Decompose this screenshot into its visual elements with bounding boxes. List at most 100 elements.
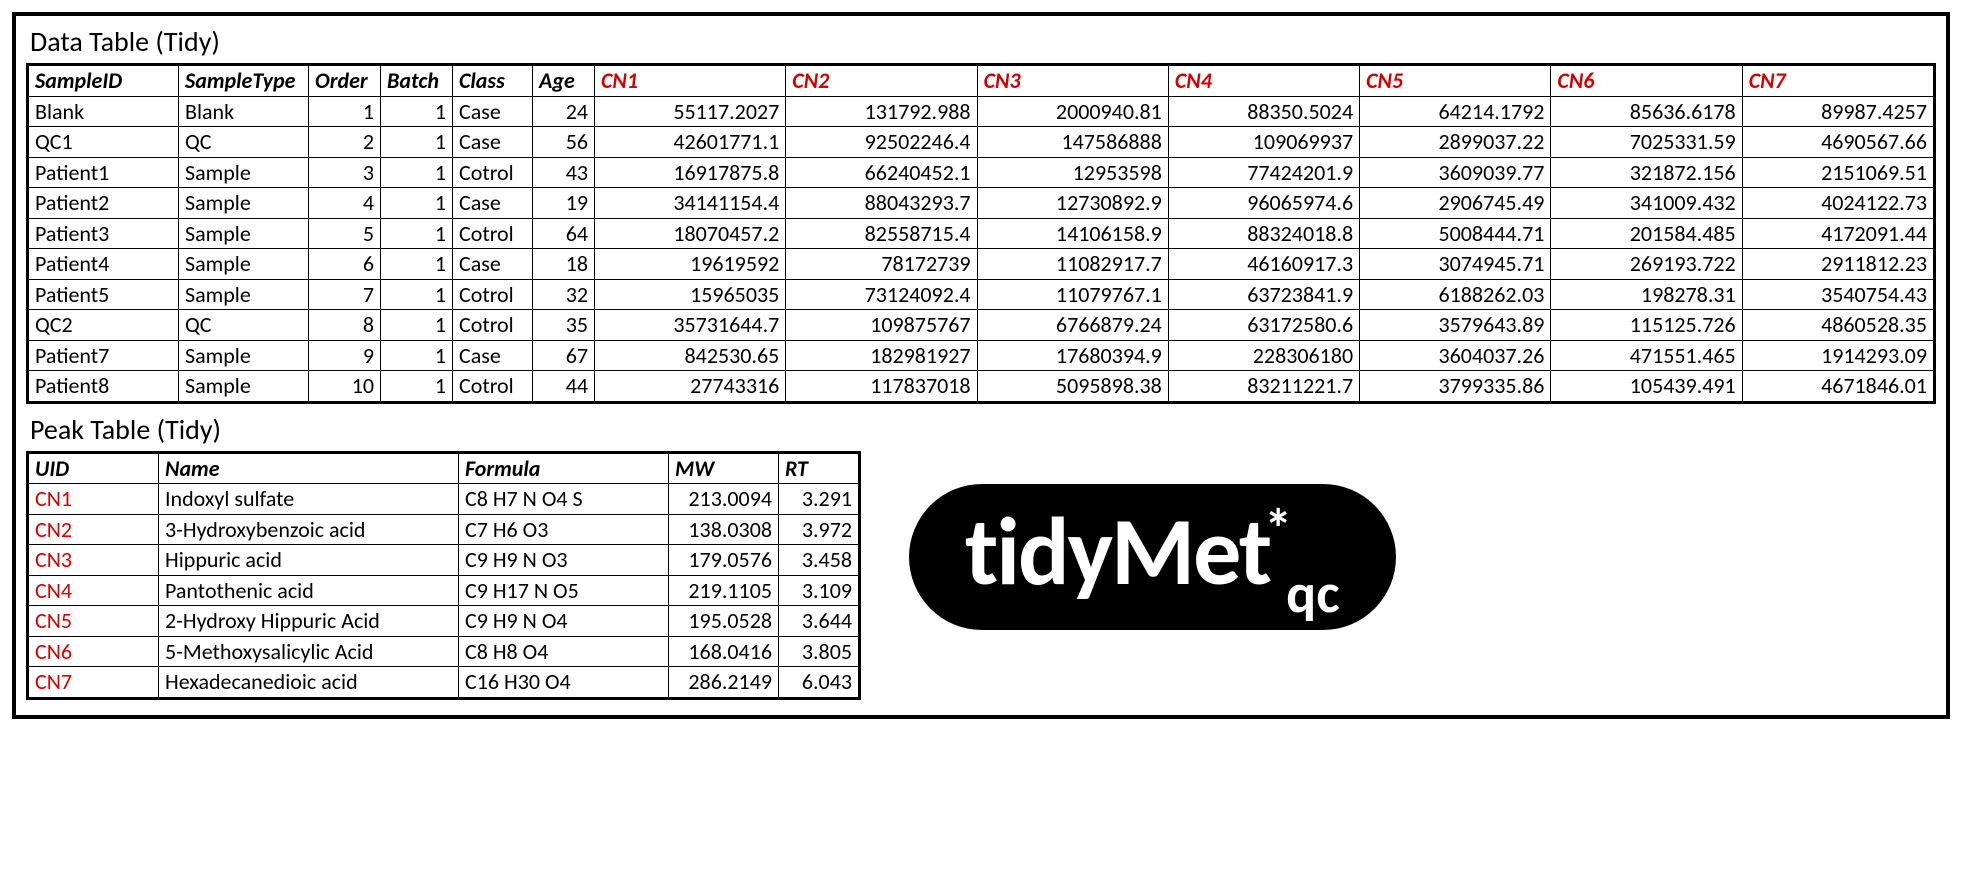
cell-name: Hexadecanedioic acid	[159, 667, 459, 698]
peak-table-title: Peak Table (Tidy)	[30, 412, 861, 447]
cell-cn4: 63723841.9	[1168, 279, 1359, 310]
table-row: CN65-Methoxysalicylic AcidC8 H8 O4168.04…	[29, 636, 859, 667]
cell-age: 18	[533, 249, 595, 280]
cell-rt: 3.805	[779, 636, 859, 667]
cell-sampleid: Patient5	[29, 279, 179, 310]
cell-uid: CN7	[29, 667, 159, 698]
cell-uid: CN1	[29, 484, 159, 515]
cell-class: Cotrol	[453, 218, 533, 249]
data-table-head: SampleID SampleType Order Batch Class Ag…	[29, 66, 1934, 97]
cell-batch: 1	[381, 249, 453, 280]
table-row: Patient1Sample31Cotrol4316917875.8662404…	[29, 157, 1934, 188]
cell-age: 35	[533, 310, 595, 341]
cell-rt: 3.458	[779, 545, 859, 576]
cell-cn4: 77424201.9	[1168, 157, 1359, 188]
cell-rt: 6.043	[779, 667, 859, 698]
cell-cn3: 12953598	[977, 157, 1168, 188]
cell-order: 6	[309, 249, 381, 280]
cell-class: Cotrol	[453, 279, 533, 310]
cell-formula: C9 H17 N O5	[459, 575, 669, 606]
cell-age: 64	[533, 218, 595, 249]
data-table-body: BlankBlank11Case2455117.2027131792.98820…	[29, 96, 1934, 401]
cell-cn5: 2899037.22	[1360, 127, 1551, 158]
cell-name: Indoxyl sulfate	[159, 484, 459, 515]
cell-sampletype: Blank	[179, 96, 309, 127]
cell-name: 2-Hydroxy Hippuric Acid	[159, 606, 459, 637]
cell-age: 32	[533, 279, 595, 310]
cell-cn3: 2000940.81	[977, 96, 1168, 127]
cell-mw: 168.0416	[669, 636, 779, 667]
cell-name: Pantothenic acid	[159, 575, 459, 606]
cell-sampleid: QC1	[29, 127, 179, 158]
col-uid: UID	[29, 453, 159, 484]
cell-cn5: 3579643.89	[1360, 310, 1551, 341]
document-frame: Data Table (Tidy) SampleID SampleType Or…	[12, 12, 1950, 719]
cell-order: 10	[309, 371, 381, 402]
peak-section: Peak Table (Tidy) UID Name Formula MW RT	[26, 410, 861, 705]
col-age: Age	[533, 66, 595, 97]
tidymet-logo: tidyMet * qc	[909, 484, 1396, 630]
cell-cn5: 2906745.49	[1360, 188, 1551, 219]
col-order: Order	[309, 66, 381, 97]
cell-sampletype: Sample	[179, 371, 309, 402]
cell-cn7: 4860528.35	[1742, 310, 1933, 341]
cell-cn3: 6766879.24	[977, 310, 1168, 341]
col-sampletype: SampleType	[179, 66, 309, 97]
cell-sampletype: Sample	[179, 157, 309, 188]
cell-cn2: 73124092.4	[786, 279, 977, 310]
table-row: CN4Pantothenic acidC9 H17 N O5219.11053.…	[29, 575, 859, 606]
cell-order: 3	[309, 157, 381, 188]
col-formula: Formula	[459, 453, 669, 484]
cell-cn3: 5095898.38	[977, 371, 1168, 402]
cell-order: 8	[309, 310, 381, 341]
cell-age: 24	[533, 96, 595, 127]
cell-batch: 1	[381, 340, 453, 371]
col-rt: RT	[779, 453, 859, 484]
cell-cn4: 63172580.6	[1168, 310, 1359, 341]
cell-sampletype: Sample	[179, 279, 309, 310]
cell-uid: CN2	[29, 514, 159, 545]
cell-age: 19	[533, 188, 595, 219]
cell-sampletype: Sample	[179, 249, 309, 280]
cell-cn5: 64214.1792	[1360, 96, 1551, 127]
cell-cn3: 147586888	[977, 127, 1168, 158]
cell-class: Cotrol	[453, 310, 533, 341]
cell-cn5: 3604037.26	[1360, 340, 1551, 371]
col-cn2: CN2	[786, 66, 977, 97]
cell-name: 3-Hydroxybenzoic acid	[159, 514, 459, 545]
table-row: Patient7Sample91Case67842530.65182981927…	[29, 340, 1934, 371]
cell-mw: 286.2149	[669, 667, 779, 698]
cell-order: 4	[309, 188, 381, 219]
cell-cn6: 115125.726	[1551, 310, 1742, 341]
peak-table-wrap: UID Name Formula MW RT CN1Indoxyl sulfat…	[26, 451, 861, 700]
cell-order: 7	[309, 279, 381, 310]
cell-class: Case	[453, 127, 533, 158]
cell-cn7: 2151069.51	[1742, 157, 1933, 188]
table-row: CN7Hexadecanedioic acidC16 H30 O4286.214…	[29, 667, 859, 698]
col-class: Class	[453, 66, 533, 97]
cell-batch: 1	[381, 188, 453, 219]
table-row: CN3Hippuric acidC9 H9 N O3179.05763.458	[29, 545, 859, 576]
cell-class: Cotrol	[453, 371, 533, 402]
cell-cn6: 7025331.59	[1551, 127, 1742, 158]
table-row: BlankBlank11Case2455117.2027131792.98820…	[29, 96, 1934, 127]
cell-cn1: 842530.65	[595, 340, 786, 371]
cell-sampleid: QC2	[29, 310, 179, 341]
cell-cn1: 19619592	[595, 249, 786, 280]
cell-mw: 179.0576	[669, 545, 779, 576]
cell-cn1: 16917875.8	[595, 157, 786, 188]
cell-order: 9	[309, 340, 381, 371]
cell-class: Case	[453, 188, 533, 219]
bottom-row: Peak Table (Tidy) UID Name Formula MW RT	[26, 410, 1936, 705]
peak-table: UID Name Formula MW RT CN1Indoxyl sulfat…	[28, 453, 859, 698]
cell-cn2: 109875767	[786, 310, 977, 341]
cell-class: Case	[453, 340, 533, 371]
cell-cn5: 3074945.71	[1360, 249, 1551, 280]
cell-age: 67	[533, 340, 595, 371]
cell-rt: 3.972	[779, 514, 859, 545]
cell-rt: 3.644	[779, 606, 859, 637]
cell-cn2: 92502246.4	[786, 127, 977, 158]
cell-batch: 1	[381, 96, 453, 127]
cell-cn4: 109069937	[1168, 127, 1359, 158]
cell-cn1: 18070457.2	[595, 218, 786, 249]
